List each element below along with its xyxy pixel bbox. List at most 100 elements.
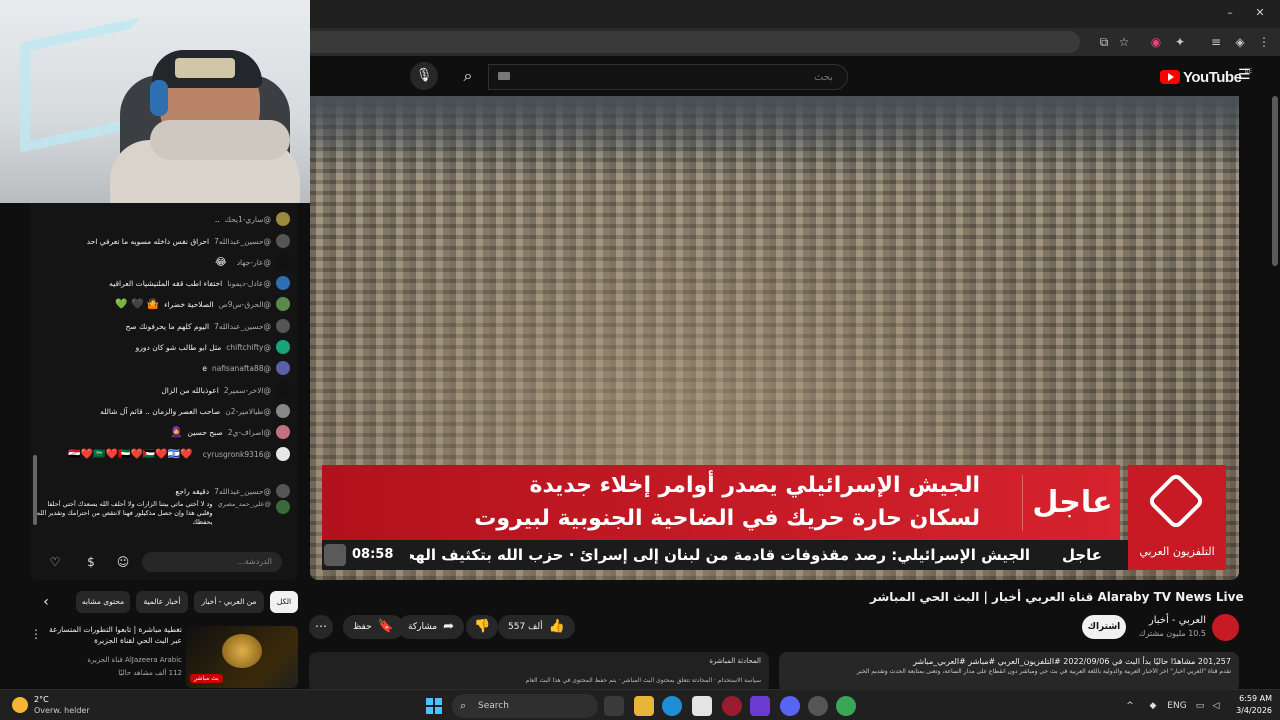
aljazeera-logo-icon — [222, 634, 262, 668]
file-explorer-icon[interactable] — [634, 696, 654, 716]
chat-avatar[interactable] — [276, 319, 290, 333]
cast-icon[interactable]: ⧉ — [1096, 34, 1112, 50]
ticker-urgent-label: عاجل — [1061, 546, 1103, 564]
chat-author[interactable]: @اصراف-ي2 — [228, 428, 271, 437]
save-button[interactable]: حفظ 🔖 — [343, 615, 404, 639]
kebab-menu-icon[interactable]: ⋮ — [30, 626, 42, 642]
tray-chevron-icon[interactable]: ^ — [1124, 698, 1136, 714]
chat-author[interactable]: @nafisanafta88 — [212, 364, 271, 373]
close-window-icon[interactable]: ✕ — [1250, 4, 1270, 22]
extensions-puzzle-icon[interactable]: ✦ — [1172, 34, 1188, 50]
live-chat-info-box[interactable]: المحادثة المباشرة سياسة الاستخدام · المح… — [309, 652, 769, 692]
chat-scrollbar[interactable] — [33, 455, 37, 525]
voice-search-button[interactable]: 🎙 — [410, 62, 438, 90]
chevron-left-icon[interactable]: ‹ — [36, 591, 56, 613]
tray-app-icon[interactable]: ◆ — [1146, 698, 1160, 714]
search-input[interactable] — [489, 65, 847, 90]
description-box[interactable]: 201,257 مشاهدًا حاليًا بدأ البث في 2022/… — [779, 652, 1239, 692]
maximize-icon[interactable] — [1224, 4, 1244, 22]
chat-text: صبح حسين — [187, 427, 223, 437]
chat-avatar[interactable] — [276, 500, 290, 514]
chat-avatar[interactable] — [276, 212, 290, 226]
share-button[interactable]: مشاركة ➦ — [398, 615, 464, 639]
reading-list-icon[interactable]: ≡ — [1208, 34, 1224, 50]
system-clock[interactable]: 6:59 AM 3/4/2026 — [1230, 693, 1272, 717]
extension-icon[interactable]: ◉ — [1148, 34, 1164, 50]
chat-avatar[interactable] — [276, 484, 290, 498]
chip-from-channel[interactable]: من العربي - أخبار — [194, 591, 264, 613]
discord-icon[interactable] — [780, 696, 800, 716]
chat-author[interactable]: @علي_حمد_مصري — [218, 500, 271, 508]
app-icon[interactable] — [750, 696, 770, 716]
weather-widget[interactable]: 2°C Overw. helder — [12, 694, 132, 718]
super-chat-icon[interactable]: $ — [82, 553, 100, 571]
keyboard-icon[interactable] — [498, 72, 510, 80]
more-actions-button[interactable]: ⋯ — [309, 615, 333, 639]
chat-author[interactable]: @الاخر-سمير2 — [224, 386, 271, 395]
guide-menu-icon[interactable]: ☰ — [1238, 68, 1254, 82]
chip-similar[interactable]: محتوى مشابه — [76, 591, 130, 613]
chat-emoji: 😂 — [215, 256, 227, 268]
chat-avatar[interactable] — [276, 404, 290, 418]
bookmark-star-icon[interactable]: ☆ — [1116, 34, 1132, 50]
chat-avatar[interactable] — [276, 425, 290, 439]
chat-author[interactable]: @cyrusgronk9316 — [203, 450, 271, 459]
taskbar-search[interactable]: ⌕ Search — [452, 694, 598, 718]
edge-icon[interactable] — [662, 696, 682, 716]
search-icon: ⌕ — [460, 699, 467, 712]
recommended-title[interactable]: تغطية مباشرة | تابعوا التطورات المتسارعة… — [46, 624, 182, 646]
chat-input[interactable]: الدردشة... — [142, 552, 282, 572]
volume-icon[interactable]: ◁ — [1210, 698, 1222, 714]
chat-avatar[interactable] — [276, 340, 290, 354]
chip-all[interactable]: الكل — [270, 591, 298, 613]
browser-menu-icon[interactable]: ⋮ — [1256, 34, 1272, 50]
chat-text: صاحب العصر والزمان .. قائم آل شالله — [100, 406, 221, 416]
search-box[interactable] — [488, 64, 848, 90]
subscribe-button[interactable]: اشتراك — [1082, 615, 1126, 639]
chat-avatar[interactable] — [276, 383, 290, 397]
start-button[interactable] — [426, 698, 442, 714]
chat-author[interactable]: @عار-جهاد — [237, 258, 271, 267]
chat-author[interactable]: @عادل-ديمونا — [227, 279, 271, 288]
opera-icon[interactable] — [722, 696, 742, 716]
chat-author[interactable]: @حسين_عبدالله7 — [214, 237, 271, 246]
recommended-video[interactable]: بث مباشر تغطية مباشرة | تابعوا التطورات … — [30, 624, 300, 688]
chip-world-news[interactable]: أخبار عالمية — [136, 591, 188, 613]
recommended-channel[interactable]: AlJazeera Arabic قناة الجزيرة — [46, 656, 182, 664]
recommended-thumbnail[interactable]: بث مباشر — [186, 626, 298, 688]
app-icon-2[interactable] — [808, 696, 828, 716]
chat-author[interactable]: @طيالامير-2ن — [225, 407, 271, 416]
chat-message: @chiftchifty مثل ابو طالب شو كان دورو — [30, 337, 292, 357]
network-icon[interactable]: ▭ — [1194, 698, 1206, 714]
chat-avatar[interactable] — [276, 276, 290, 290]
clock-date: 3/4/2026 — [1236, 706, 1272, 715]
chat-author[interactable]: @chiftchifty — [226, 343, 271, 352]
heart-icon[interactable]: ♡ — [46, 553, 64, 571]
task-view-icon[interactable] — [604, 696, 624, 716]
alaraby-logo-icon — [1146, 471, 1206, 531]
page-scrollbar[interactable] — [1272, 96, 1278, 266]
chat-message: @علي_حمد_مصري ود لا أختي ماتي بيتنا الزار… — [30, 500, 292, 532]
dislike-button[interactable]: 👎 — [466, 615, 499, 639]
emoji-icon[interactable]: ☺ — [114, 553, 132, 571]
chat-author[interactable]: @حسين_عبدالله7 — [214, 322, 271, 331]
chat-avatar[interactable] — [276, 447, 290, 461]
chat-emoji: ❤️🇮🇶❤️🇸🇦❤️🇦🇪❤️🇵🇸❤️🇮🇱 — [68, 448, 193, 460]
search-button[interactable]: ⌕ — [450, 62, 486, 90]
chat-author[interactable]: @حسين_عبدالله7 — [214, 487, 271, 496]
profile-icon[interactable]: ◈ — [1232, 34, 1248, 50]
chat-author[interactable]: @الحرق-س9ص — [219, 300, 271, 309]
chat-message: @الاخر-سمير2 اعوذبالله من الزال — [30, 380, 292, 400]
address-bar[interactable] — [310, 31, 1080, 53]
chrome-icon[interactable] — [836, 696, 856, 716]
channel-avatar[interactable] — [1212, 614, 1239, 641]
like-button[interactable]: 557 ألف 👍 — [498, 615, 575, 639]
chat-avatar[interactable] — [276, 255, 290, 269]
chat-avatar[interactable] — [276, 297, 290, 311]
chat-author[interactable]: @ساري-1يحك — [225, 215, 271, 224]
chat-avatar[interactable] — [276, 234, 290, 248]
chat-avatar[interactable] — [276, 361, 290, 375]
language-indicator[interactable]: ENG — [1166, 698, 1188, 714]
thumbs-up-icon: 👍 — [548, 619, 565, 634]
store-icon[interactable] — [692, 696, 712, 716]
